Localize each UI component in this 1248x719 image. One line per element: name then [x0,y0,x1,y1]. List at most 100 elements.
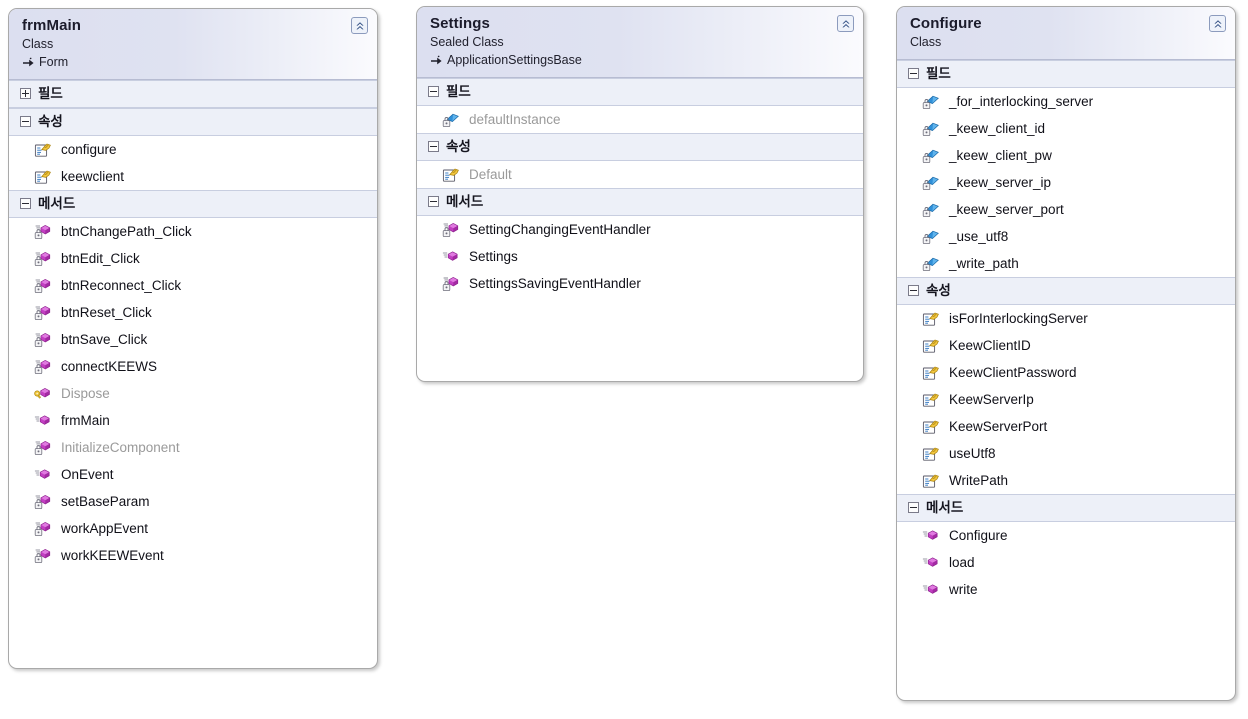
compartment-header[interactable]: 필드 [417,78,863,106]
member-row[interactable]: btnEdit_Click [9,245,377,272]
compartment-header[interactable]: 필드 [897,60,1235,88]
member-name: btnSave_Click [61,331,148,347]
member-row[interactable]: _keew_client_pw [897,142,1235,169]
member-row[interactable]: KeewClientID [897,332,1235,359]
member-row[interactable]: Settings [417,243,863,270]
member-list: defaultInstance [417,106,863,133]
collapse-section-icon[interactable] [20,198,31,209]
member-row[interactable]: KeewServerIp [897,386,1235,413]
member-row[interactable]: _keew_server_ip [897,169,1235,196]
member-row[interactable]: isForInterlockingServer [897,305,1235,332]
member-row[interactable]: InitializeComponent [9,434,377,461]
collapse-button[interactable] [1209,15,1226,32]
member-row[interactable]: Configure [897,522,1235,549]
collapse-section-icon[interactable] [428,196,439,207]
member-name: SettingsSavingEventHandler [469,275,641,291]
member-row[interactable]: WritePath [897,467,1235,494]
public-method-icon [922,555,940,571]
public-method-icon [922,582,940,598]
class-base-label: Form [39,55,69,69]
box-filler [417,297,863,303]
member-row[interactable]: configure [9,136,377,163]
member-row[interactable]: _for_interlocking_server [897,88,1235,115]
collapse-button[interactable] [351,17,368,34]
collapse-section-icon[interactable] [908,502,919,513]
member-name: _keew_server_ip [949,174,1052,190]
chevron-double-up-icon [840,18,852,30]
member-row[interactable]: OnEvent [9,461,377,488]
member-row[interactable]: workAppEvent [9,515,377,542]
compartment-header[interactable]: 메서드 [417,188,863,216]
collapse-section-icon[interactable] [428,86,439,97]
compartment-header[interactable]: 속성 [9,108,377,136]
private-method-icon [34,548,52,564]
class-header[interactable]: Configure Class [897,7,1235,60]
member-row[interactable]: Default [417,161,863,188]
member-name: InitializeComponent [61,439,180,455]
private-field-icon [922,202,940,218]
member-name: _keew_client_pw [949,147,1052,163]
member-row[interactable]: btnReconnect_Click [9,272,377,299]
member-list: isForInterlockingServer KeewClientID Kee… [897,305,1235,494]
class-header[interactable]: Settings Sealed Class ApplicationSettings… [417,7,863,78]
member-row[interactable]: Dispose [9,380,377,407]
member-row[interactable]: write [897,576,1235,603]
member-row[interactable]: workKEEWEvent [9,542,377,569]
compartment-header[interactable]: 속성 [417,133,863,161]
class-box-settings[interactable]: Settings Sealed Class ApplicationSettings… [416,6,864,382]
class-stereotype: Sealed Class [430,35,504,49]
member-row[interactable]: setBaseParam [9,488,377,515]
class-box-configure[interactable]: Configure Class 필드 _for_interlocking_serv… [896,6,1236,701]
class-title: frmMain [22,17,82,34]
member-name: workAppEvent [61,520,149,536]
compartment-label: 메서드 [446,194,484,209]
collapse-button[interactable] [837,15,854,32]
class-header[interactable]: frmMain Class Form [9,9,377,80]
public-property-icon [442,167,460,183]
expand-section-icon[interactable] [20,88,31,99]
member-name: Settings [469,248,518,264]
compartment-header[interactable]: 필드 [9,80,377,108]
member-row[interactable]: useUtf8 [897,440,1235,467]
member-row[interactable]: btnReset_Click [9,299,377,326]
public-property-icon [922,311,940,327]
collapse-section-icon[interactable] [428,141,439,152]
member-list: SettingChangingEventHandler Settings Set… [417,216,863,297]
collapse-section-icon[interactable] [908,68,919,79]
member-name: write [949,581,978,597]
member-row[interactable]: _keew_client_id [897,115,1235,142]
member-row[interactable]: load [897,549,1235,576]
member-row[interactable]: frmMain [9,407,377,434]
member-row[interactable]: defaultInstance [417,106,863,133]
class-box-frmmain[interactable]: frmMain Class Form 필드 속성 configure keewcli… [8,8,378,669]
member-row[interactable]: keewclient [9,163,377,190]
compartment-header[interactable]: 속성 [897,277,1235,305]
public-method-icon [922,528,940,544]
collapse-section-icon[interactable] [908,285,919,296]
member-row[interactable]: SettingsSavingEventHandler [417,270,863,297]
private-field-icon [922,229,940,245]
member-row[interactable]: btnChangePath_Click [9,218,377,245]
member-row[interactable]: KeewClientPassword [897,359,1235,386]
member-row[interactable]: _write_path [897,250,1235,277]
box-filler [9,569,377,575]
compartment-header[interactable]: 메서드 [9,190,377,218]
public-property-icon [922,473,940,489]
member-row[interactable]: connectKEEWS [9,353,377,380]
member-name: _for_interlocking_server [949,93,1094,109]
compartment-header[interactable]: 메서드 [897,494,1235,522]
box-filler [897,603,1235,609]
compartment-label: 메서드 [926,500,964,515]
member-list: _for_interlocking_server _keew_client_id… [897,88,1235,277]
inheritance-arrow-icon [22,56,35,68]
member-row[interactable]: _keew_server_port [897,196,1235,223]
member-row[interactable]: _use_utf8 [897,223,1235,250]
member-row[interactable]: SettingChangingEventHandler [417,216,863,243]
member-row[interactable]: btnSave_Click [9,326,377,353]
member-name: keewclient [61,168,125,184]
collapse-section-icon[interactable] [20,116,31,127]
public-property-icon [34,169,52,185]
member-row[interactable]: KeewServerPort [897,413,1235,440]
member-name: WritePath [949,472,1009,488]
private-field-icon [922,94,940,110]
